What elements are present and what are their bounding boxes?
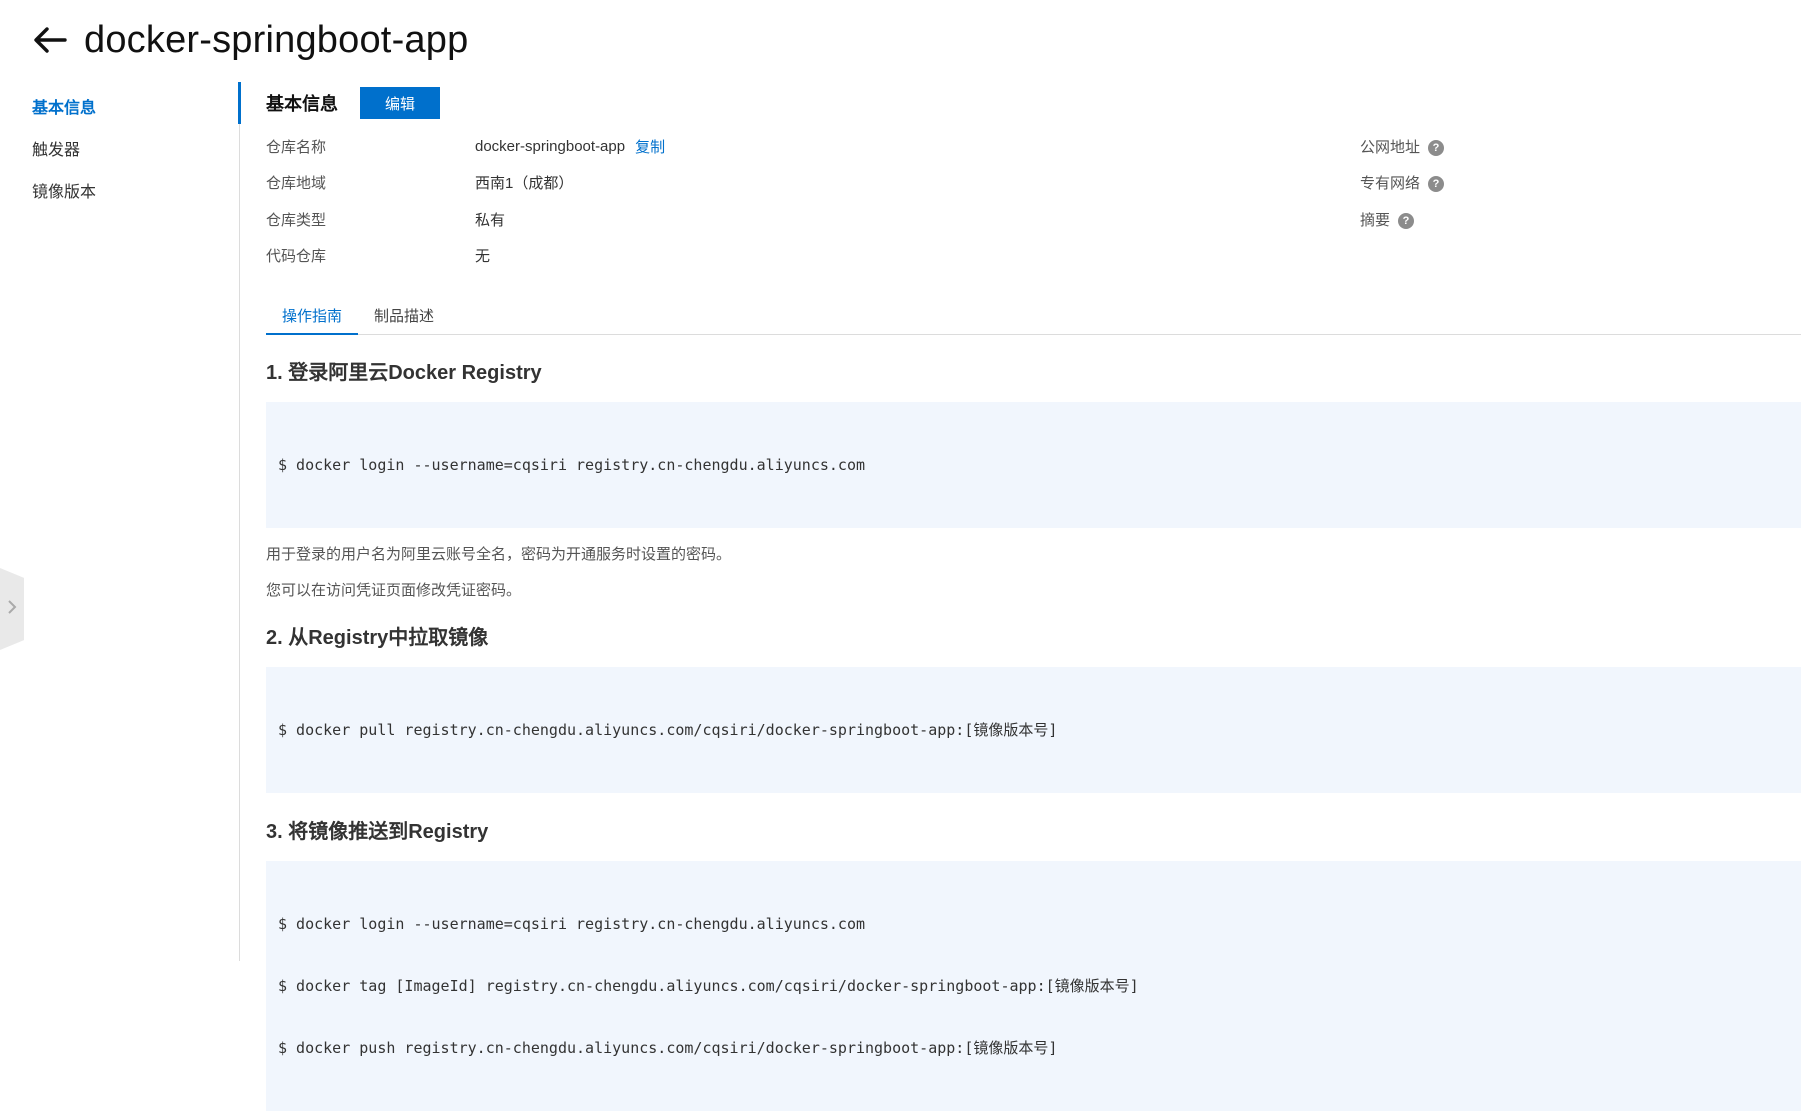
vpc-address-row: 专有网络 ?: [1360, 165, 1445, 202]
operation-guide: 1. 登录阿里云Docker Registry $ docker login -…: [266, 352, 1801, 1111]
help-icon[interactable]: ?: [1428, 176, 1445, 193]
info-row-repo-name: 仓库名称 docker-springboot-app 复制: [266, 128, 1801, 165]
step-title: 1. 登录阿里云Docker Registry: [266, 362, 542, 384]
info-label: 代码仓库: [266, 248, 327, 266]
chevron-right-icon: [7, 599, 17, 620]
note-text: 您可以在访问凭证页面修改凭证密码。: [266, 582, 522, 599]
sidebar-divider: [239, 82, 240, 961]
section-accent-bar: [238, 82, 241, 124]
code-block[interactable]: $ docker pull registry.cn-chengdu.aliyun…: [266, 667, 1801, 793]
sidebar-item-triggers[interactable]: 触发器: [0, 130, 240, 172]
help-icon[interactable]: ?: [1428, 139, 1445, 156]
basic-info-section: 基本信息 编辑 仓库名称 docker-springboot-app 复制 仓库…: [266, 82, 1801, 274]
digest-row: 摘要 ?: [1360, 201, 1444, 238]
page-header: docker-springboot-app: [30, 10, 468, 70]
code-line: $ docker login --username=cqsiri registr…: [278, 456, 865, 474]
sidebar-item-basic-info[interactable]: 基本信息: [0, 88, 240, 130]
step-title: 3. 将镜像推送到Registry: [266, 821, 489, 843]
tab-bar: 操作指南 制品描述: [266, 300, 1801, 335]
info-list: 仓库名称 docker-springboot-app 复制 仓库地域 西南1（成…: [266, 128, 1801, 274]
info-value: 西南1（成都）: [475, 175, 574, 193]
info-label: 仓库名称: [266, 138, 327, 156]
public-address-row: 公网地址 ?: [1360, 128, 1445, 165]
edit-button[interactable]: 编辑: [360, 87, 440, 119]
code-line: $ docker push registry.cn-chengdu.aliyun…: [278, 1039, 1058, 1057]
copy-link[interactable]: 复制: [635, 136, 665, 157]
code-line: $ docker pull registry.cn-chengdu.aliyun…: [278, 721, 1058, 739]
info-row-code-repo: 代码仓库 无: [266, 238, 1801, 275]
note-text: 用于登录的用户名为阿里云账号全名，密码为开通服务时设置的密码。: [266, 546, 732, 563]
arrow-left-icon[interactable]: [30, 20, 70, 60]
page-title: docker-springboot-app: [84, 18, 469, 61]
info-label: 仓库地域: [266, 175, 327, 193]
address-info: 公网地址 ? 专有网络 ? 摘要 ?: [1360, 128, 1445, 238]
info-label: 公网地址: [1360, 138, 1421, 156]
sidebar-item-image-versions[interactable]: 镜像版本: [0, 172, 240, 214]
info-value: docker-springboot-app: [475, 137, 626, 155]
code-line: $ docker login --username=cqsiri registr…: [278, 915, 865, 933]
step-title: 2. 从Registry中拉取镜像: [266, 627, 489, 649]
code-line: $ docker tag [ImageId] registry.cn-cheng…: [278, 977, 1139, 995]
section-title: 基本信息: [266, 94, 338, 114]
help-icon[interactable]: ?: [1398, 212, 1415, 229]
code-block[interactable]: $ docker login --username=cqsiri registr…: [266, 402, 1801, 528]
tab-artifact-description[interactable]: 制品描述: [358, 300, 450, 334]
info-label: 摘要: [1360, 211, 1391, 229]
info-label: 仓库类型: [266, 211, 327, 229]
info-value: 无: [475, 248, 491, 266]
info-row-region: 仓库地域 西南1（成都）: [266, 165, 1801, 202]
sidebar: 基本信息 触发器 镜像版本: [0, 88, 240, 214]
tab-operation-guide[interactable]: 操作指南: [266, 300, 359, 335]
sidebar-expand-handle[interactable]: [0, 568, 24, 650]
info-label: 专有网络: [1360, 175, 1421, 193]
info-row-repo-type: 仓库类型 私有: [266, 201, 1801, 238]
info-value: 私有: [475, 211, 506, 229]
code-block[interactable]: $ docker login --username=cqsiri registr…: [266, 861, 1801, 1111]
